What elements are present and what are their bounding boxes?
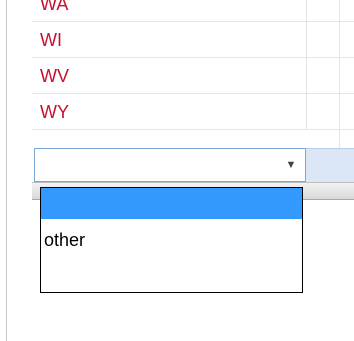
state-cell[interactable]: WY	[32, 94, 307, 130]
state-cell[interactable]: WA	[32, 0, 307, 22]
combo-dropdown-list: other	[40, 187, 303, 293]
state-combo-box[interactable]: ▼	[34, 148, 306, 182]
dropdown-arrow-icon[interactable]: ▼	[277, 149, 305, 181]
table-row[interactable]: WA	[32, 0, 354, 22]
table-row[interactable]: WY	[32, 94, 354, 130]
edit-row-highlight	[306, 148, 354, 182]
dropdown-option-empty[interactable]	[41, 188, 302, 219]
dropdown-option-other[interactable]: other	[41, 225, 302, 256]
pane-border	[6, 0, 7, 341]
state-cell[interactable]: WI	[32, 22, 307, 58]
table-row[interactable]: WI	[32, 22, 354, 58]
state-cell[interactable]: WV	[32, 58, 307, 94]
table-row[interactable]: WV	[32, 58, 354, 94]
